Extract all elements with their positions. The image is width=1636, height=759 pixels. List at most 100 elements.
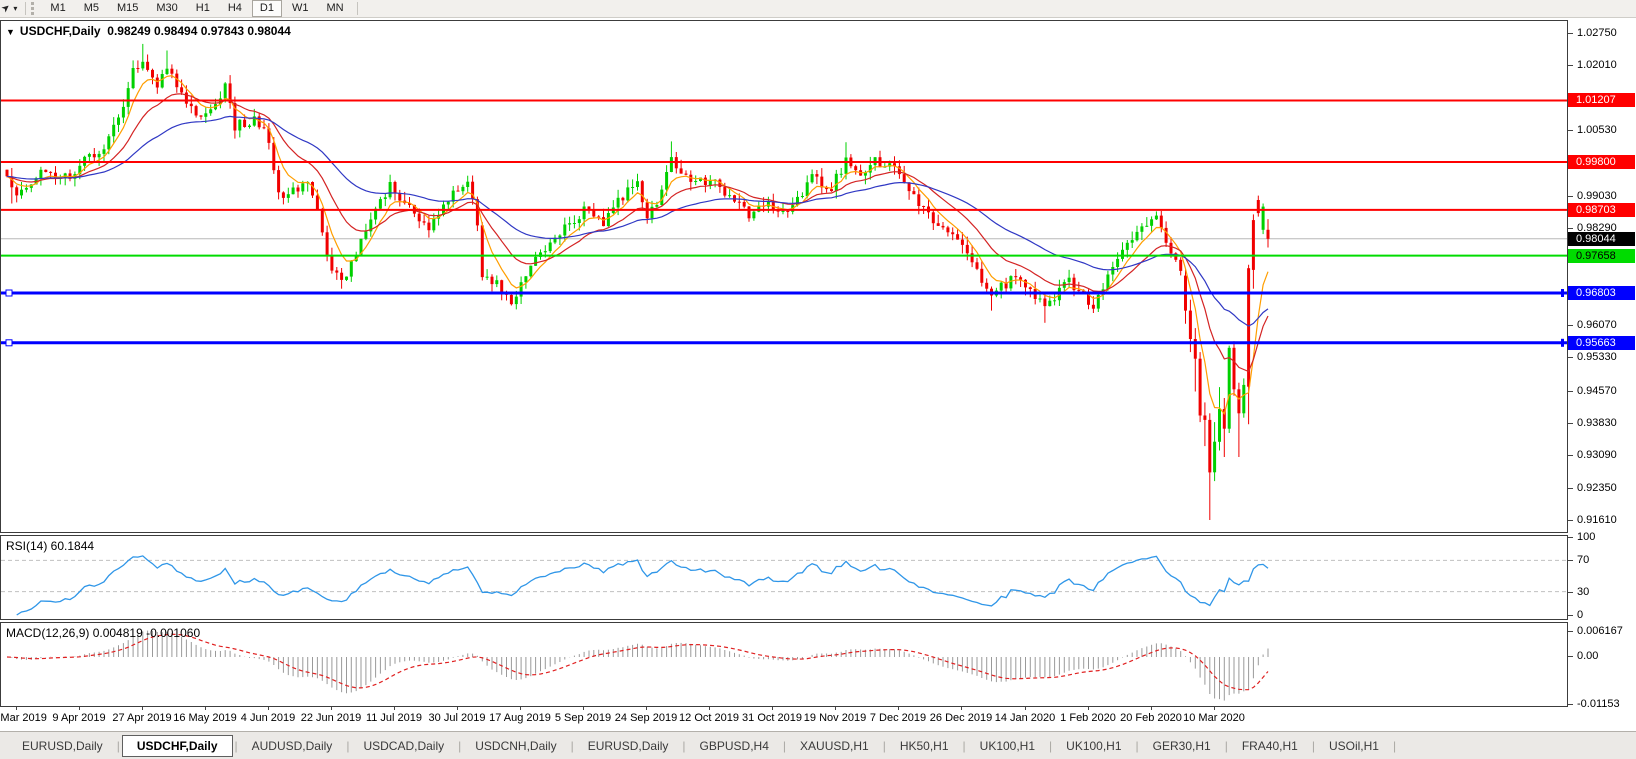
rsi-indicator-panel[interactable]: RSI(14) 60.1844 (0, 535, 1568, 620)
timeframe-button-m1[interactable]: M1 (42, 0, 73, 17)
tab-separator: | (234, 738, 238, 753)
date-label: 19 Nov 2019 (803, 712, 867, 724)
dropdown-arrow-icon[interactable]: ▾ (13, 4, 17, 13)
current-price-tag: 0.98044 (1568, 232, 1635, 246)
price-level-tag: 0.95663 (1568, 336, 1635, 350)
chart-tab-audusd-daily[interactable]: AUDUSD,Daily (240, 735, 345, 757)
line-drag-handle[interactable] (5, 339, 13, 347)
timeframe-toolbar: ➤ ▾ M1 M5 M15 M30 H1 H4 D1 W1 MN (0, 0, 1636, 18)
slow-ma-line (6, 115, 1269, 327)
date-label: 20 Feb 2020 (1120, 712, 1182, 724)
date-tick-mark (268, 707, 269, 710)
macd-tick-mark (1568, 656, 1573, 657)
chart-tab-usdcad-daily[interactable]: USDCAD,Daily (351, 735, 456, 757)
price-level-tag: 0.99800 (1568, 155, 1635, 169)
timeframe-button-h4[interactable]: H4 (220, 0, 250, 17)
date-tick-mark (709, 707, 710, 710)
rsi-tick-mark (1568, 560, 1573, 561)
rsi-label: RSI(14) 60.1844 (6, 539, 95, 553)
tab-separator: | (782, 738, 787, 753)
chart-tab-ger30-h1[interactable]: GER30,H1 (1141, 735, 1223, 757)
price-tick-mark (1568, 391, 1573, 392)
date-tick-mark (961, 707, 962, 710)
tab-separator: | (570, 738, 574, 753)
rsi-tick-label: 30 (1577, 586, 1590, 598)
price-tick-mark (1568, 228, 1573, 229)
chart-tab-xauusd-h1[interactable]: XAUUSD,H1 (788, 735, 881, 757)
cursor-tool-icon[interactable]: ➤ (0, 2, 13, 16)
price-tick-mark (1568, 520, 1573, 521)
date-tick-mark (1088, 707, 1089, 710)
chart-ohlc-values: 0.98249 0.98494 0.97843 0.98044 (107, 24, 291, 38)
date-tick-mark (520, 707, 521, 710)
tab-separator: | (882, 738, 886, 753)
chart-tab-fra40-h1[interactable]: FRA40,H1 (1230, 735, 1310, 757)
toolbar-grip-handle[interactable] (31, 2, 37, 15)
date-label: 27 Apr 2019 (112, 712, 172, 724)
timeframe-button-m5[interactable]: M5 (76, 0, 107, 17)
rsi-tick-label: 100 (1577, 531, 1596, 543)
price-level-tag: 0.98703 (1568, 203, 1635, 217)
chart-tab-eurusd-daily[interactable]: EURUSD,Daily (576, 735, 681, 757)
price-chart-panel[interactable]: ▼ USDCHF,Daily 0.98249 0.98494 0.97843 0.… (0, 20, 1568, 533)
price-tick-label: 1.02010 (1577, 59, 1617, 71)
tab-separator: | (1311, 738, 1315, 753)
rsi-tick-mark (1568, 537, 1573, 538)
chart-tab-bar: EURUSD,Daily | USDCHF,Daily | AUDUSD,Daily | U… (0, 731, 1636, 759)
price-tick-mark (1568, 130, 1573, 131)
date-tick-mark (205, 707, 206, 710)
timeframe-button-w1[interactable]: W1 (284, 0, 317, 17)
chart-tab-uk100-h1[interactable]: UK100,H1 (1054, 735, 1133, 757)
price-tick-label: 0.93090 (1577, 449, 1617, 461)
date-tick-mark (16, 707, 17, 710)
macd-tick-mark (1568, 631, 1573, 632)
price-tick-mark (1568, 325, 1573, 326)
price-tick-mark (1568, 357, 1573, 358)
timeframe-button-h1[interactable]: H1 (188, 0, 218, 17)
date-label: 26 Dec 2019 (929, 712, 993, 724)
chart-tab-eurusd-daily[interactable]: EURUSD,Daily (10, 735, 115, 757)
timeframe-button-mn[interactable]: MN (318, 0, 351, 17)
timeframe-buttons: M1 M5 M15 M30 H1 H4 D1 W1 MN (41, 0, 352, 17)
date-tick-mark (583, 707, 584, 710)
tab-separator: | (1224, 738, 1228, 753)
price-tick-label: 0.94570 (1577, 385, 1617, 397)
date-label: 16 May 2019 (173, 712, 237, 724)
date-tick-mark (1025, 707, 1026, 710)
timeframe-button-m15[interactable]: M15 (109, 0, 146, 17)
date-tick-mark (457, 707, 458, 710)
price-tick-label: 1.00530 (1577, 124, 1617, 136)
tab-separator: | (682, 738, 686, 753)
date-tick-mark (394, 707, 395, 710)
chart-tab-usoil-h1[interactable]: USOil,H1 (1317, 735, 1391, 757)
chart-tab-hk50-h1[interactable]: HK50,H1 (888, 735, 961, 757)
rsi-canvas[interactable] (1, 536, 1567, 619)
toolbar-separator (25, 2, 27, 15)
price-chart-canvas[interactable] (1, 21, 1567, 532)
date-label: 4 Jun 2019 (240, 712, 296, 724)
chart-tab-usdchf-daily[interactable]: USDCHF,Daily (121, 734, 233, 757)
macd-canvas[interactable] (1, 623, 1567, 706)
date-label: 17 Aug 2019 (489, 712, 551, 724)
macd-tick-label: -0.01153 (1577, 698, 1620, 710)
chart-tab-gbpusd-h4[interactable]: GBPUSD,H4 (688, 735, 781, 757)
chart-collapse-icon[interactable]: ▼ (6, 27, 15, 37)
fast-ma-line (6, 74, 1269, 416)
chart-symbol-period: USDCHF,Daily (19, 24, 101, 38)
line-drag-handle[interactable] (5, 289, 13, 297)
date-tick-mark (79, 707, 80, 710)
date-label: 30 Jul 2019 (428, 712, 486, 724)
medium-ma-line (6, 93, 1269, 373)
timeframe-button-m30[interactable]: M30 (148, 0, 185, 17)
timeframe-button-d1[interactable]: D1 (251, 0, 282, 17)
date-tick-mark (1214, 707, 1215, 710)
macd-label: MACD(12,26,9) 0.004819 -0.001060 (6, 626, 201, 640)
chart-tab-uk100-h1[interactable]: UK100,H1 (968, 735, 1047, 757)
line-end-cap (1561, 289, 1564, 297)
chart-tab-usdcnh-daily[interactable]: USDCNH,Daily (463, 735, 568, 757)
date-tick-mark (331, 707, 332, 710)
tab-separator: | (1049, 738, 1053, 753)
mt4-terminal-window: ➤ ▾ M1 M5 M15 M30 H1 H4 D1 W1 MN ▼ USDCHF,Daily 0… (0, 0, 1636, 759)
macd-indicator-panel[interactable]: MACD(12,26,9) 0.004819 -0.001060 (0, 622, 1568, 707)
toolbar-separator (356, 2, 358, 15)
